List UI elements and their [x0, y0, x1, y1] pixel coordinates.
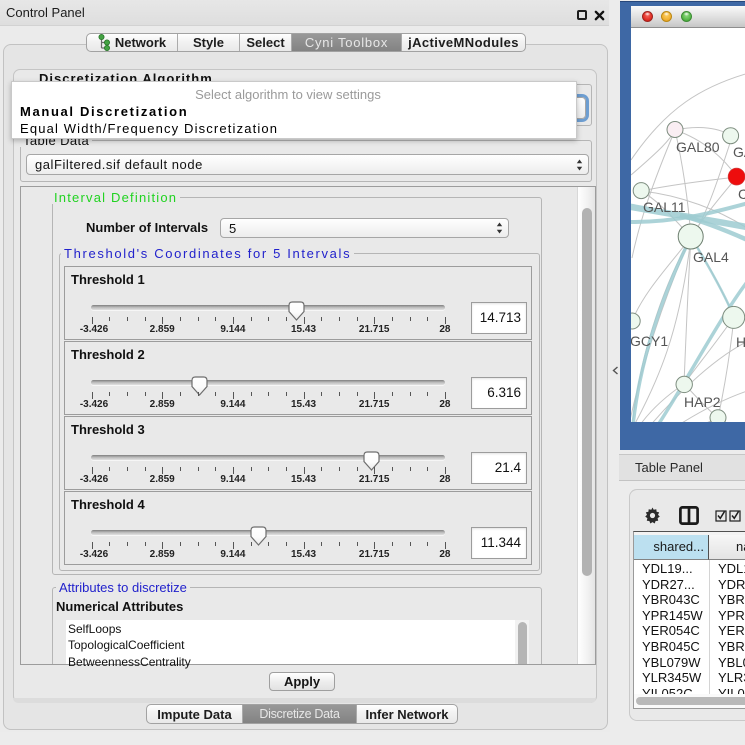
svg-text:GAL4: GAL4 [693, 249, 729, 265]
svg-text:GAL11: GAL11 [643, 199, 686, 215]
svg-text:GAL80: GAL80 [676, 139, 720, 155]
svg-text:HAP2: HAP2 [684, 394, 721, 410]
svg-text:H: H [736, 334, 745, 350]
svg-text:C: C [738, 186, 745, 202]
svg-text:GA: GA [733, 144, 745, 160]
svg-text:GCY1: GCY1 [631, 333, 668, 349]
